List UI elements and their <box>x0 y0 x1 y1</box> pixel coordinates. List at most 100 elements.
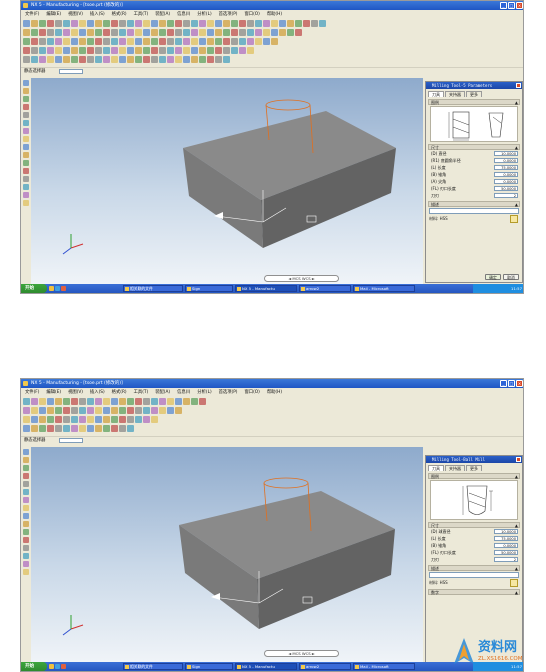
toolbar-button[interactable] <box>63 425 70 432</box>
toolbar-button[interactable] <box>79 407 86 414</box>
tab-holder[interactable]: 夹持器 <box>445 465 465 471</box>
toolbar-button[interactable] <box>151 38 158 45</box>
quick-launch-icon[interactable] <box>61 664 66 669</box>
toolbar-button[interactable] <box>87 56 94 63</box>
toolbar-button[interactable] <box>135 29 142 36</box>
toolbar-button[interactable] <box>95 38 102 45</box>
toolbar-button[interactable] <box>71 56 78 63</box>
toolbar-button[interactable] <box>135 47 142 54</box>
close-button[interactable]: × <box>516 380 523 387</box>
menu-file[interactable]: 文件(F) <box>25 389 39 395</box>
toolbar-button[interactable] <box>31 47 38 54</box>
resource-bar-button[interactable] <box>23 88 29 94</box>
menu-view[interactable]: 视图(V) <box>68 389 83 395</box>
toolbar-button[interactable] <box>47 416 54 423</box>
toolbar-button[interactable] <box>151 20 158 27</box>
toolbar-button[interactable] <box>247 38 254 45</box>
toolbar-button[interactable] <box>279 20 286 27</box>
taskbar-item[interactable]: NX 5 - Manufactu <box>235 663 297 670</box>
toolbar-button[interactable] <box>47 47 54 54</box>
toolbar-button[interactable] <box>223 47 230 54</box>
toolbar-button[interactable] <box>231 29 238 36</box>
section-legend-header[interactable]: 图例 ▲ <box>428 473 520 479</box>
tab-more[interactable]: 更多 <box>466 91 482 97</box>
toolbar-button[interactable] <box>287 20 294 27</box>
toolbar-button[interactable] <box>127 38 134 45</box>
toolbar-button[interactable] <box>199 20 206 27</box>
toolbar-button[interactable] <box>47 29 54 36</box>
toolbar-button[interactable] <box>271 29 278 36</box>
toolbar-button[interactable] <box>247 29 254 36</box>
toolbar-button[interactable] <box>239 47 246 54</box>
toolbar-button[interactable] <box>199 29 206 36</box>
minimize-button[interactable]: _ <box>500 2 507 9</box>
menu-analysis[interactable]: 分析(L) <box>197 11 211 17</box>
resource-bar-button[interactable] <box>23 168 29 174</box>
toolbar-button[interactable] <box>175 20 182 27</box>
toolbar-button[interactable] <box>39 20 46 27</box>
toolbar-button[interactable] <box>167 56 174 63</box>
toolbar-button[interactable] <box>103 407 110 414</box>
toolbar-button[interactable] <box>111 20 118 27</box>
toolbar-button[interactable] <box>143 56 150 63</box>
toolbar-button[interactable] <box>191 29 198 36</box>
toolbar-button[interactable] <box>31 416 38 423</box>
param-input[interactable]: 75.0000 <box>494 165 518 170</box>
param-input[interactable]: 50.0000 <box>494 550 518 555</box>
toolbar-button[interactable] <box>103 20 110 27</box>
toolbar-button[interactable] <box>31 20 38 27</box>
toolbar-button[interactable] <box>231 47 238 54</box>
dialog-close-icon[interactable] <box>516 83 521 88</box>
toolbar-button[interactable] <box>135 56 142 63</box>
toolbar-button[interactable] <box>111 47 118 54</box>
maximize-button[interactable]: □ <box>508 380 515 387</box>
toolbar-button[interactable] <box>175 398 182 405</box>
toolbar-button[interactable] <box>159 407 166 414</box>
dialog-close-icon[interactable] <box>516 457 521 462</box>
toolbar-button[interactable] <box>247 47 254 54</box>
resource-bar-button[interactable] <box>23 128 29 134</box>
toolbar-button[interactable] <box>295 29 302 36</box>
toolbar-button[interactable] <box>103 29 110 36</box>
toolbar-button[interactable] <box>23 425 30 432</box>
toolbar-button[interactable] <box>191 38 198 45</box>
toolbar-button[interactable] <box>103 56 110 63</box>
resource-bar-button[interactable] <box>23 104 29 110</box>
toolbar-button[interactable] <box>31 56 38 63</box>
toolbar-button[interactable] <box>39 29 46 36</box>
toolbar-button[interactable] <box>47 398 54 405</box>
toolbar-button[interactable] <box>143 29 150 36</box>
toolbar-button[interactable] <box>175 56 182 63</box>
menu-edit[interactable]: 编辑(E) <box>46 389 61 395</box>
toolbar-button[interactable] <box>39 47 46 54</box>
toolbar-button[interactable] <box>279 29 286 36</box>
toolbar-button[interactable] <box>127 47 134 54</box>
toolbar-button[interactable] <box>223 38 230 45</box>
toolbar-button[interactable] <box>199 47 206 54</box>
resource-bar-button[interactable] <box>23 497 29 503</box>
toolbar-button[interactable] <box>63 398 70 405</box>
toolbar-button[interactable] <box>215 56 222 63</box>
menu-file[interactable]: 文件(F) <box>25 11 39 17</box>
toolbar-button[interactable] <box>47 407 54 414</box>
resource-bar-button[interactable] <box>23 112 29 118</box>
resource-bar-button[interactable] <box>23 80 29 86</box>
param-input[interactable]: 2 <box>494 557 518 562</box>
toolbar-button[interactable] <box>175 38 182 45</box>
toolbar-button[interactable] <box>223 20 230 27</box>
toolbar-button[interactable] <box>119 20 126 27</box>
toolbar-button[interactable] <box>231 38 238 45</box>
graphics-viewport[interactable]: ◄ MCS WCS ► <box>31 447 423 663</box>
tab-holder[interactable]: 夹持器 <box>445 91 465 97</box>
taskbar-item[interactable]: arrow2 <box>299 663 351 670</box>
menu-assembly[interactable]: 装配(A) <box>155 11 170 17</box>
toolbar-button[interactable] <box>111 425 118 432</box>
toolbar-button[interactable] <box>295 20 302 27</box>
toolbar-button[interactable] <box>31 425 38 432</box>
toolbar-button[interactable] <box>263 38 270 45</box>
param-input[interactable]: 0.0000 <box>494 179 518 184</box>
toolbar-button[interactable] <box>95 398 102 405</box>
resource-bar-button[interactable] <box>23 200 29 206</box>
toolbar-button[interactable] <box>135 20 142 27</box>
toolbar-button[interactable] <box>183 56 190 63</box>
